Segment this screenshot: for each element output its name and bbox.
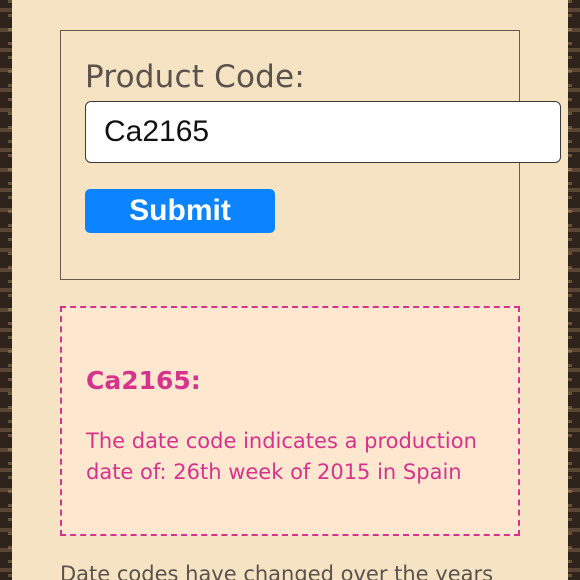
right-border-decoration <box>566 0 580 580</box>
app-frame: Product Code: Submit Ca2165: The date co… <box>0 0 580 580</box>
result-panel: Ca2165: The date code indicates a produc… <box>60 306 520 536</box>
result-message: The date code indicates a production dat… <box>86 429 477 484</box>
footer-note: Date codes have changed over the years <box>60 562 494 580</box>
page-content: Product Code: Submit Ca2165: The date co… <box>12 0 568 580</box>
product-code-form: Product Code: Submit <box>60 30 561 280</box>
product-code-label: Product Code: <box>85 59 305 95</box>
result-code-heading: Ca2165: <box>86 366 201 395</box>
product-code-input[interactable] <box>85 101 561 163</box>
submit-button[interactable]: Submit <box>85 189 275 233</box>
